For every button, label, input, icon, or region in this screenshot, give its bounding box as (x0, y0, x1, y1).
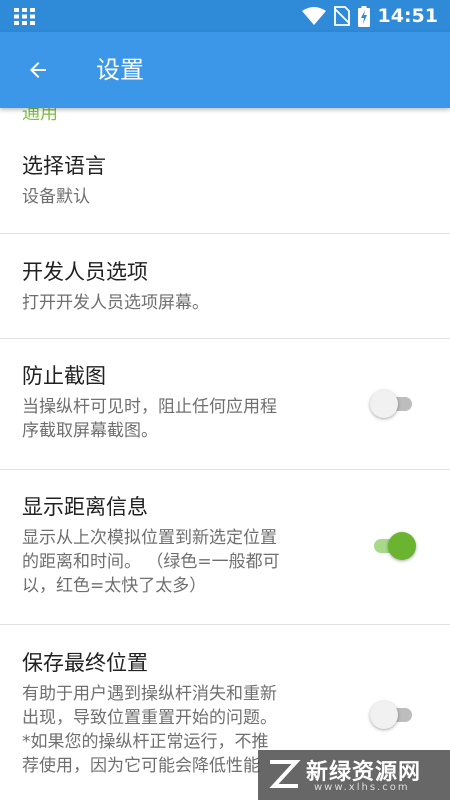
wifi-icon (301, 7, 326, 25)
subtitle-line: 有助于用户遇到操纵杆消失和重新 (22, 684, 277, 704)
setting-subtitle: 打开开发人员选项屏幕。 (22, 293, 209, 313)
setting-subtitle: 当操纵杆可见时，阻止任何应用程 序截取屏幕截图。 (22, 395, 342, 443)
subtitle-line: 的距离和时间。 （绿色=一般都可 (22, 552, 280, 572)
watermark-logo-icon (269, 760, 301, 788)
switch-thumb (370, 390, 398, 418)
subtitle-line: 显示从上次模拟位置到新选定位置 (22, 528, 277, 548)
arrow-left-icon (30, 62, 46, 78)
setting-subtitle: 设备默认 (22, 187, 90, 207)
setting-item-developer-options[interactable]: 开发人员选项 打开开发人员选项屏幕。 (0, 234, 450, 338)
setting-subtitle: 显示从上次模拟位置到新选定位置 的距离和时间。 （绿色=一般都可 以，红色=太快… (22, 526, 342, 598)
grid-apps-icon (14, 8, 35, 25)
switch-thumb (370, 701, 398, 729)
setting-item-show-distance[interactable]: 显示距离信息 显示从上次模拟位置到新选定位置 的距离和时间。 （绿色=一般都可 … (0, 470, 450, 624)
setting-item-prevent-screenshot[interactable]: 防止截图 当操纵杆可见时，阻止任何应用程 序截取屏幕截图。 (0, 339, 450, 469)
back-button[interactable] (16, 48, 60, 92)
app-bar: 设置 (0, 32, 450, 108)
prevent-screenshot-switch[interactable] (370, 390, 416, 418)
settings-list[interactable]: 通用 选择语言 设备默认 开发人员选项 打开开发人员选项屏幕。 防止截图 当操纵… (0, 108, 450, 800)
watermark: 新绿资源网 www.xlhs.com (258, 750, 450, 800)
subtitle-line: 当操纵杆可见时，阻止任何应用程 (22, 397, 277, 417)
status-time: 14:51 (377, 5, 438, 27)
subtitle-line: 出现，导致位置重置开始的问题。 (22, 708, 277, 728)
status-bar: 14:51 (0, 0, 450, 32)
subtitle-line: 序截取屏幕截图。 (22, 421, 158, 441)
no-sim-icon (333, 6, 350, 26)
setting-item-language[interactable]: 选择语言 设备默认 (0, 108, 450, 233)
switch-thumb (388, 532, 416, 560)
save-final-position-switch[interactable] (370, 701, 416, 729)
watermark-url: www.xlhs.com (314, 782, 410, 793)
setting-title: 防止截图 (22, 364, 106, 388)
show-distance-switch[interactable] (370, 532, 416, 560)
subtitle-line: 以，红色=太快了太多） (22, 576, 207, 596)
battery-charging-icon (357, 5, 370, 27)
setting-title: 显示距离信息 (22, 495, 148, 519)
setting-title: 选择语言 (22, 154, 106, 178)
page-title: 设置 (96, 56, 144, 84)
setting-title: 开发人员选项 (22, 260, 148, 284)
setting-title: 保存最终位置 (22, 651, 148, 675)
